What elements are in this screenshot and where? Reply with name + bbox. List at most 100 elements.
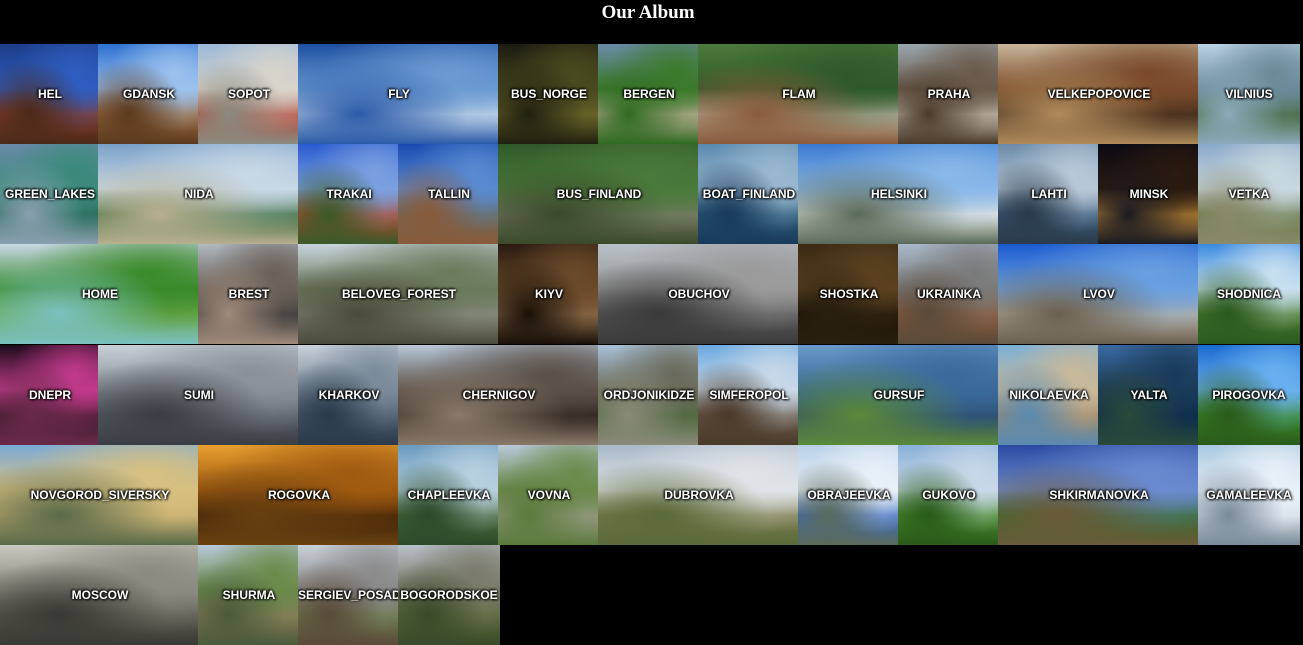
album-photo xyxy=(1198,345,1300,445)
album-photo xyxy=(1198,44,1300,144)
album-photo xyxy=(998,445,1200,545)
album-photo xyxy=(998,244,1200,344)
album-tile-simferopol[interactable]: SIMFEROPOL xyxy=(698,345,800,445)
album-tile-hel[interactable]: HEL xyxy=(0,44,100,144)
album-tile-pirogovka[interactable]: PIROGOVKA xyxy=(1198,345,1300,445)
album-photo xyxy=(798,345,1000,445)
album-photo xyxy=(898,244,1000,344)
album-photo xyxy=(398,144,500,244)
album-photo xyxy=(298,144,400,244)
album-photo xyxy=(98,44,200,144)
album-photo xyxy=(98,144,300,244)
album-tile-bogorodskoe[interactable]: BOGORODSKOE xyxy=(398,545,500,645)
album-tile-fly[interactable]: FLY xyxy=(298,44,500,144)
album-photo xyxy=(0,244,200,344)
album-photo xyxy=(498,445,600,545)
album-tile-nikolaevka[interactable]: NIKOLAEVKA xyxy=(998,345,1100,445)
album-tile-boat-finland[interactable]: BOAT_FINLAND xyxy=(698,144,800,244)
album-tile-trakai[interactable]: TRAKAI xyxy=(298,144,400,244)
album-tile-shkirmanovka[interactable]: SHKIRMANOVKA xyxy=(998,445,1200,545)
album-tile-kiyv[interactable]: KIYV xyxy=(498,244,600,344)
album-tile-gdansk[interactable]: GDANSK xyxy=(98,44,200,144)
album-photo xyxy=(298,44,500,144)
album-photo xyxy=(398,445,500,545)
album-tile-shostka[interactable]: SHOSTKA xyxy=(798,244,900,344)
album-photo xyxy=(998,345,1100,445)
album-photo xyxy=(598,345,700,445)
album-grid: HEL GDANSK SOPOT FLY BUS_NORGE BERGEN FLAM PRAH… xyxy=(0,44,1303,645)
album-photo xyxy=(1098,144,1200,244)
album-photo xyxy=(198,44,300,144)
album-photo xyxy=(398,545,500,645)
album-tile-dnepr[interactable]: DNEPR xyxy=(0,345,100,445)
album-tile-chernigov[interactable]: CHERNIGOV xyxy=(398,345,600,445)
album-photo xyxy=(298,244,500,344)
album-photo xyxy=(1198,144,1300,244)
album-tile-rogovka[interactable]: ROGOVKA xyxy=(198,445,400,545)
album-tile-nida[interactable]: NIDA xyxy=(98,144,300,244)
album-photo xyxy=(1198,244,1300,344)
album-tile-bus-norge[interactable]: BUS_NORGE xyxy=(498,44,600,144)
album-tile-yalta[interactable]: YALTA xyxy=(1098,345,1200,445)
album-photo xyxy=(798,445,900,545)
album-tile-bus-finland[interactable]: BUS_FINLAND xyxy=(498,144,700,244)
album-photo xyxy=(298,545,400,645)
album-tile-gukovo[interactable]: GUKOVO xyxy=(898,445,1000,545)
album-tile-vovna[interactable]: VOVNA xyxy=(498,445,600,545)
album-tile-vetka[interactable]: VETKA xyxy=(1198,144,1300,244)
album-photo xyxy=(998,144,1100,244)
album-tile-sergiev-posad[interactable]: SERGIEV_POSAD xyxy=(298,545,400,645)
album-photo xyxy=(898,44,1000,144)
album-tile-shodnica[interactable]: SHODNICA xyxy=(1198,244,1300,344)
album-tile-helsinki[interactable]: HELSINKI xyxy=(798,144,1000,244)
album-photo xyxy=(98,345,300,445)
page-title: Our Album xyxy=(601,2,695,23)
album-photo xyxy=(898,445,1000,545)
album-tile-flam[interactable]: FLAM xyxy=(698,44,900,144)
album-photo xyxy=(198,244,300,344)
album-tile-minsk[interactable]: MINSK xyxy=(1098,144,1200,244)
album-tile-ukrainka[interactable]: UKRAINKA xyxy=(898,244,1000,344)
album-photo xyxy=(598,44,700,144)
album-tile-novgorod-siversky[interactable]: NOVGOROD_SIVERSKY xyxy=(0,445,200,545)
album-tile-tallin[interactable]: TALLIN xyxy=(398,144,500,244)
album-photo xyxy=(0,345,100,445)
album-tile-ordjonikidze[interactable]: ORDJONIKIDZE xyxy=(598,345,700,445)
album-photo xyxy=(498,244,600,344)
album-photo xyxy=(1098,345,1200,445)
album-tile-gursuf[interactable]: GURSUF xyxy=(798,345,1000,445)
album-photo xyxy=(1198,445,1300,545)
album-tile-obuchov[interactable]: OBUCHOV xyxy=(598,244,800,344)
album-tile-sopot[interactable]: SOPOT xyxy=(198,44,300,144)
album-tile-velkepopovice[interactable]: VELKEPOPOVICE xyxy=(998,44,1200,144)
album-tile-sumi[interactable]: SUMI xyxy=(98,345,300,445)
album-photo xyxy=(298,345,400,445)
album-tile-beloveg-forest[interactable]: BELOVEG_FOREST xyxy=(298,244,500,344)
album-photo xyxy=(0,144,100,244)
album-tile-dubrovka[interactable]: DUBROVKA xyxy=(598,445,800,545)
album-photo xyxy=(498,44,600,144)
album-tile-green-lakes[interactable]: GREEN_LAKES xyxy=(0,144,100,244)
album-photo xyxy=(998,44,1200,144)
album-tile-praha[interactable]: PRAHA xyxy=(898,44,1000,144)
album-tile-vilnius[interactable]: VILNIUS xyxy=(1198,44,1300,144)
album-tile-lahti[interactable]: LAHTI xyxy=(998,144,1100,244)
album-photo xyxy=(498,144,700,244)
album-photo xyxy=(798,144,1000,244)
album-photo xyxy=(698,44,900,144)
album-tile-lvov[interactable]: LVOV xyxy=(998,244,1200,344)
album-photo xyxy=(0,545,200,645)
album-tile-shurma[interactable]: SHURMA xyxy=(198,545,300,645)
album-tile-moscow[interactable]: MOSCOW xyxy=(0,545,200,645)
album-photo xyxy=(0,44,100,144)
album-tile-chapleevka[interactable]: CHAPLEEVKA xyxy=(398,445,500,545)
album-tile-home[interactable]: HOME xyxy=(0,244,200,344)
album-photo xyxy=(598,445,800,545)
album-tile-gamaleevka[interactable]: GAMALEEVKA xyxy=(1198,445,1300,545)
album-tile-kharkov[interactable]: KHARKOV xyxy=(298,345,400,445)
album-tile-obrajeevka[interactable]: OBRAJEEVKA xyxy=(798,445,900,545)
album-tile-bergen[interactable]: BERGEN xyxy=(598,44,700,144)
album-photo xyxy=(198,445,400,545)
album-tile-brest[interactable]: BREST xyxy=(198,244,300,344)
album-photo xyxy=(598,244,800,344)
